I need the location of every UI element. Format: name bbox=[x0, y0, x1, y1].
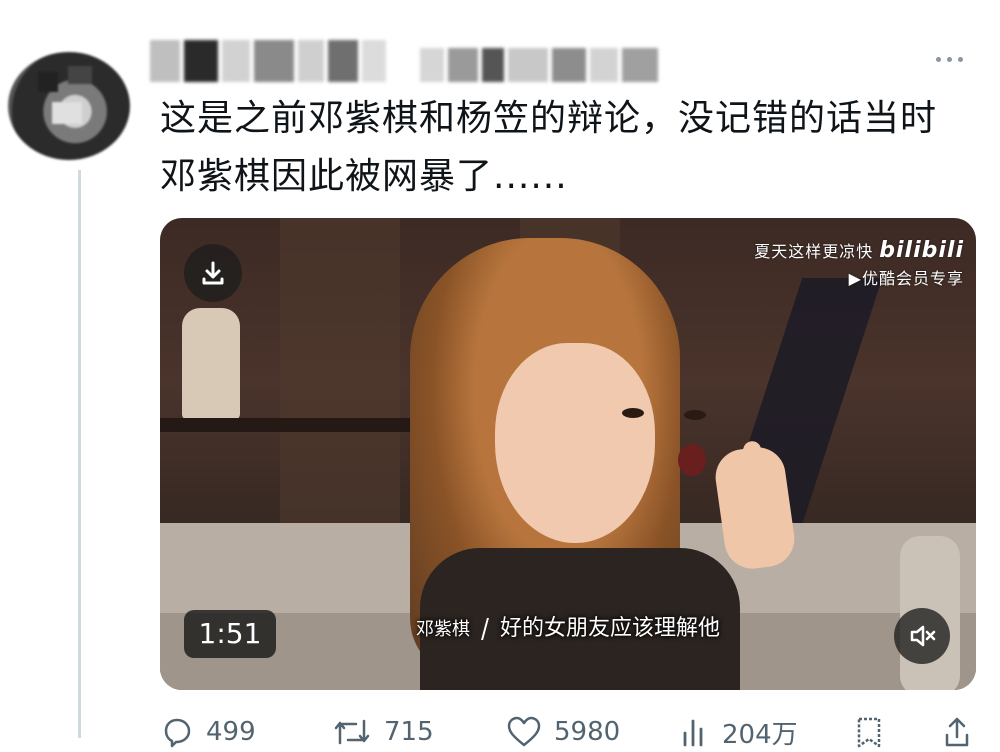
reply-button[interactable]: 499 bbox=[160, 715, 256, 749]
share-icon bbox=[945, 717, 969, 747]
username-blurred[interactable] bbox=[150, 40, 386, 82]
more-options-button[interactable] bbox=[936, 52, 976, 66]
volume-muted-icon bbox=[910, 625, 936, 647]
dot-icon bbox=[936, 56, 941, 62]
video-timer: 1:51 bbox=[184, 610, 276, 658]
view-count: 204万 bbox=[722, 719, 798, 750]
bookmark-button[interactable] bbox=[854, 715, 884, 749]
like-button[interactable]: 5980 bbox=[506, 715, 620, 749]
play-triangle-icon: ▶ bbox=[848, 269, 862, 288]
share-button[interactable] bbox=[942, 715, 972, 749]
thread-line bbox=[78, 170, 81, 738]
video-player[interactable]: 夏天这样更凉快 bilibili ▶优酷会员专享 邓紫棋 好的女朋友应该理解他 1:… bbox=[160, 218, 976, 690]
download-icon bbox=[202, 261, 224, 285]
dot-icon bbox=[958, 56, 963, 62]
tweet-text: 这是之前邓紫棋和杨笠的辩论，没记错的话当时 邓紫棋因此被网暴了...... bbox=[160, 98, 938, 197]
avatar[interactable] bbox=[8, 52, 130, 160]
watermark-slogan: 夏天这样更凉快 bbox=[754, 242, 874, 261]
bookmark-icon bbox=[857, 717, 881, 748]
tweet-actions: 499 715 5980 204万 bbox=[160, 712, 980, 752]
dot-icon bbox=[947, 56, 952, 62]
video-subtitle: 邓紫棋 好的女朋友应该理解他 bbox=[160, 610, 976, 642]
retweet-icon bbox=[334, 719, 370, 745]
watermark-member-text: 优酷会员专享 bbox=[861, 269, 964, 288]
heart-icon bbox=[507, 716, 541, 747]
reply-count: 499 bbox=[206, 717, 256, 747]
like-count: 5980 bbox=[554, 717, 621, 747]
bilibili-logo: bilibili bbox=[879, 238, 964, 263]
views-button[interactable]: 204万 bbox=[680, 714, 798, 751]
retweet-count: 715 bbox=[384, 717, 434, 747]
mute-button[interactable] bbox=[894, 608, 950, 664]
handle-blurred[interactable] bbox=[420, 48, 658, 82]
subtitle-text: 好的女朋友应该理解他 bbox=[499, 616, 720, 641]
retweet-button[interactable]: 715 bbox=[332, 715, 434, 749]
subtitle-speaker: 邓紫棋 bbox=[415, 619, 470, 640]
download-button[interactable] bbox=[184, 244, 242, 302]
video-watermark: 夏天这样更凉快 bilibili ▶优酷会员专享 bbox=[754, 238, 964, 289]
subtitle-separator bbox=[481, 618, 489, 640]
reply-icon bbox=[164, 718, 191, 748]
analytics-icon bbox=[683, 719, 703, 747]
